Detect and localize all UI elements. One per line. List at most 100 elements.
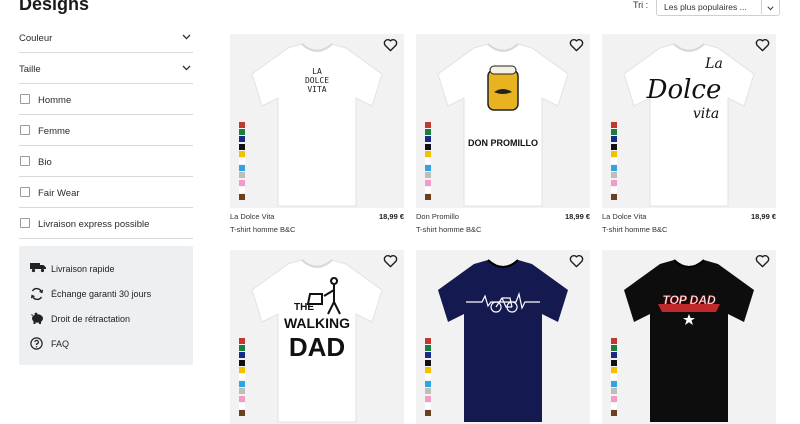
color-swatch[interactable] — [239, 129, 245, 136]
filter-checkbox-express[interactable]: Livraison express possible — [19, 208, 193, 239]
color-swatch[interactable] — [611, 395, 617, 402]
tshirt-graphic: La Dolcevita — [623, 43, 755, 207]
color-swatch[interactable] — [425, 338, 431, 344]
product-image[interactable]: TOP DAD — [602, 250, 776, 424]
truck-icon — [30, 263, 46, 273]
color-swatch[interactable] — [239, 143, 245, 150]
color-swatch[interactable] — [425, 150, 431, 157]
filter-size-dropdown[interactable]: Taille — [19, 53, 193, 84]
color-swatch[interactable] — [239, 122, 245, 128]
color-swatch[interactable] — [425, 409, 431, 416]
color-swatch[interactable] — [425, 366, 431, 373]
product-image[interactable]: THE WALKING DAD — [230, 250, 404, 424]
color-swatch[interactable] — [239, 395, 245, 402]
color-swatch[interactable] — [611, 359, 617, 366]
color-swatch[interactable] — [611, 381, 617, 388]
heart-icon[interactable] — [383, 254, 398, 273]
color-swatch[interactable] — [611, 345, 617, 352]
color-swatch[interactable] — [239, 373, 245, 380]
color-swatch[interactable] — [239, 186, 245, 193]
color-swatch[interactable] — [239, 165, 245, 172]
color-swatch[interactable] — [611, 388, 617, 395]
color-swatch[interactable] — [611, 373, 617, 380]
product-name[interactable]: Don Promillo — [416, 212, 459, 221]
checkbox[interactable] — [20, 156, 30, 166]
color-swatch[interactable] — [425, 165, 431, 172]
filter-color-dropdown[interactable]: Couleur — [19, 22, 193, 53]
color-swatch[interactable] — [611, 186, 617, 193]
color-swatch[interactable] — [611, 165, 617, 172]
color-swatch[interactable] — [425, 143, 431, 150]
tshirt-graphic: DON PROMILLO — [437, 43, 569, 207]
color-swatch[interactable] — [611, 402, 617, 409]
checkbox[interactable] — [20, 218, 30, 228]
color-swatch[interactable] — [425, 186, 431, 193]
color-swatch[interactable] — [239, 157, 245, 164]
product-image[interactable]: DON PROMILLO — [416, 34, 590, 208]
color-swatch[interactable] — [425, 402, 431, 409]
color-swatch[interactable] — [611, 352, 617, 359]
sort-select[interactable]: Les plus populaires ... — [656, 0, 780, 16]
color-swatch[interactable] — [239, 345, 245, 352]
color-swatch[interactable] — [239, 338, 245, 344]
color-swatch[interactable] — [425, 122, 431, 128]
color-swatch[interactable] — [611, 157, 617, 164]
color-swatch[interactable] — [239, 388, 245, 395]
color-swatch[interactable] — [239, 150, 245, 157]
heart-icon[interactable] — [569, 254, 584, 273]
color-swatch[interactable] — [611, 179, 617, 186]
heart-icon[interactable] — [569, 38, 584, 57]
color-swatch[interactable] — [425, 157, 431, 164]
color-swatch[interactable] — [611, 122, 617, 128]
filter-checkbox-homme[interactable]: Homme — [19, 84, 193, 115]
color-swatch[interactable] — [425, 129, 431, 136]
color-swatch[interactable] — [611, 193, 617, 200]
color-swatch[interactable] — [239, 352, 245, 359]
filter-checkbox-bio[interactable]: Bio — [19, 146, 193, 177]
color-swatch[interactable] — [425, 381, 431, 388]
color-swatch[interactable] — [425, 395, 431, 402]
color-swatch[interactable] — [611, 409, 617, 416]
checkbox[interactable] — [20, 187, 30, 197]
color-swatch[interactable] — [239, 172, 245, 179]
design-text: TOP DAD — [662, 293, 716, 307]
product-name[interactable]: La Dolce Vita — [230, 212, 274, 221]
heart-icon[interactable] — [755, 254, 770, 273]
color-swatch[interactable] — [239, 381, 245, 388]
color-swatch[interactable] — [425, 352, 431, 359]
color-swatch[interactable] — [611, 150, 617, 157]
color-swatch[interactable] — [425, 179, 431, 186]
color-swatch[interactable] — [239, 136, 245, 143]
color-swatch[interactable] — [611, 366, 617, 373]
color-swatch[interactable] — [611, 136, 617, 143]
color-swatch[interactable] — [611, 338, 617, 344]
product-image[interactable]: LA DOLCE VITA — [230, 34, 404, 208]
checkbox[interactable] — [20, 94, 30, 104]
checkbox[interactable] — [20, 125, 30, 135]
color-swatch[interactable] — [425, 373, 431, 380]
color-swatch[interactable] — [425, 359, 431, 366]
color-swatch[interactable] — [425, 136, 431, 143]
product-image[interactable] — [416, 250, 590, 424]
color-swatch[interactable] — [239, 193, 245, 200]
product-name[interactable]: La Dolce Vita — [602, 212, 646, 221]
heart-icon[interactable] — [755, 38, 770, 57]
heart-icon[interactable] — [383, 38, 398, 57]
filter-checkbox-femme[interactable]: Femme — [19, 115, 193, 146]
color-swatch[interactable] — [611, 129, 617, 136]
color-swatch[interactable] — [425, 388, 431, 395]
color-swatch[interactable] — [239, 359, 245, 366]
color-swatch[interactable] — [425, 193, 431, 200]
color-swatch[interactable] — [239, 409, 245, 416]
color-swatch[interactable] — [239, 366, 245, 373]
color-swatch[interactable] — [239, 402, 245, 409]
filter-checkbox-fair-wear[interactable]: Fair Wear — [19, 177, 193, 208]
color-swatch[interactable] — [239, 179, 245, 186]
color-swatch[interactable] — [611, 143, 617, 150]
color-swatch[interactable] — [425, 172, 431, 179]
product-image[interactable]: La Dolce vita — [602, 34, 776, 208]
color-swatch[interactable] — [611, 172, 617, 179]
color-swatches — [239, 122, 245, 201]
color-swatch[interactable] — [425, 345, 431, 352]
design-text: vita — [693, 106, 719, 122]
